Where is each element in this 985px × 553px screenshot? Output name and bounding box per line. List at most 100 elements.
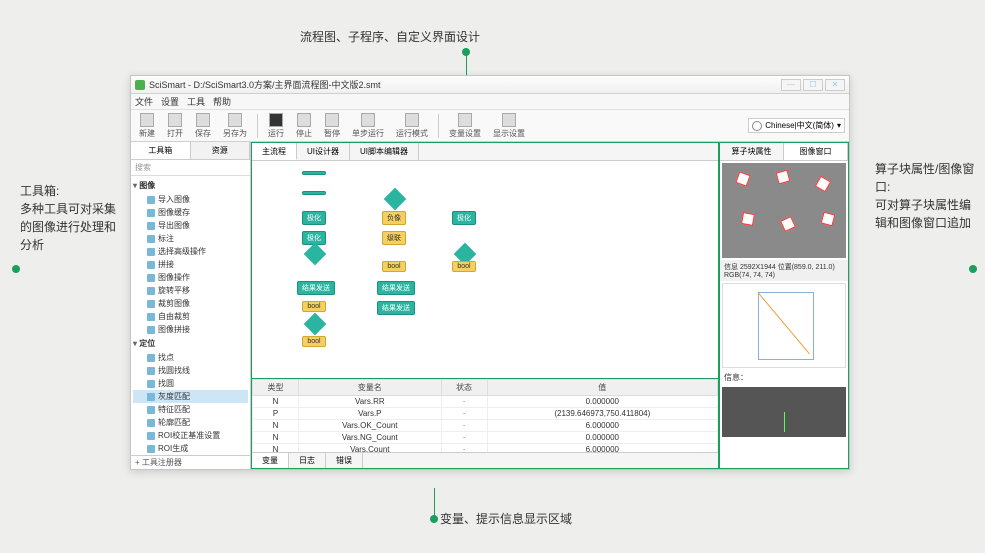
tree-item[interactable]: 图像缓存 <box>133 206 248 219</box>
tree-item-label: 轮廓匹配 <box>158 417 190 428</box>
tree-item[interactable]: ROI校正基准设置 <box>133 429 248 442</box>
tree-item[interactable]: 找点 <box>133 351 248 364</box>
flow-diamond[interactable] <box>304 313 327 336</box>
flow-node[interactable]: bool <box>382 261 406 272</box>
flow-node[interactable] <box>302 191 326 195</box>
flow-node[interactable]: bool <box>302 301 326 312</box>
tree-item[interactable]: 找圆 <box>133 377 248 390</box>
center-tabs: 主流程 UI设计器 UI脚本编辑器 <box>252 143 718 161</box>
image-view-2[interactable] <box>722 283 846 368</box>
tree-item[interactable]: ROI生成 <box>133 442 248 455</box>
tool-stop[interactable]: 停止 <box>292 113 316 139</box>
tool-saveas[interactable]: 另存为 <box>219 113 251 139</box>
tool-save[interactable]: 保存 <box>191 113 215 139</box>
menu-help[interactable]: 帮助 <box>213 95 231 108</box>
tab-toolbox[interactable]: 工具箱 <box>131 142 191 159</box>
tree-item[interactable]: 找圆找线 <box>133 364 248 377</box>
tree-item[interactable]: 旋转平移 <box>133 284 248 297</box>
menu-file[interactable]: 文件 <box>135 95 153 108</box>
tree-item[interactable]: 导出图像 <box>133 219 248 232</box>
flow-diamond[interactable] <box>304 243 327 266</box>
tree-item[interactable]: 裁剪图像 <box>133 297 248 310</box>
tree-item[interactable]: 导入图像 <box>133 193 248 206</box>
tab-variables[interactable]: 变量 <box>252 453 289 468</box>
col-name[interactable]: 变量名 <box>299 380 441 396</box>
flow-node[interactable]: bool <box>452 261 476 272</box>
minimize-button[interactable]: — <box>781 79 801 91</box>
detected-chip <box>821 212 836 227</box>
close-button[interactable]: ✕ <box>825 79 845 91</box>
table-row[interactable]: PVars.P·(2139.646973,750.411804) <box>253 408 718 420</box>
ann-right-title: 算子块属性/图像窗口: <box>875 162 974 194</box>
flow-node[interactable]: 级联 <box>382 231 406 245</box>
menu-tools[interactable]: 工具 <box>187 95 205 108</box>
cell-status: · <box>441 420 487 432</box>
tree-item[interactable]: 自由裁剪 <box>133 310 248 323</box>
tree-item[interactable]: 图像操作 <box>133 271 248 284</box>
chevron-down-icon: ▾ <box>837 121 841 130</box>
table-row[interactable]: NVars.Count·6.000000 <box>253 444 718 453</box>
flow-node[interactable]: 负像 <box>382 211 406 225</box>
tool-new[interactable]: 新建 <box>135 113 159 139</box>
tree-item[interactable]: 选择高级操作 <box>133 245 248 258</box>
tree-category[interactable]: 定位 <box>133 336 248 351</box>
flow-node[interactable]: bool <box>302 336 326 347</box>
tab-uiscript[interactable]: UI脚本编辑器 <box>350 143 419 160</box>
tab-log[interactable]: 日志 <box>289 453 326 468</box>
tree-category[interactable]: 图像 <box>133 178 248 193</box>
tree-item-label: 找点 <box>158 352 174 363</box>
tool-pause[interactable]: 暂停 <box>320 113 344 139</box>
tool-open[interactable]: 打开 <box>163 113 187 139</box>
tab-block-props[interactable]: 算子块属性 <box>720 143 784 160</box>
tab-uidesigner[interactable]: UI设计器 <box>297 143 350 160</box>
image-view-3[interactable] <box>722 387 846 437</box>
new-icon <box>140 113 154 127</box>
tab-image-window[interactable]: 图像窗口 <box>784 143 848 160</box>
tool-icon <box>147 274 155 282</box>
cell-value: 0.000000 <box>487 396 717 408</box>
flow-node[interactable]: 结果发送 <box>297 281 335 295</box>
tool-icon <box>147 367 155 375</box>
flow-diamond[interactable] <box>384 188 407 211</box>
col-status[interactable]: 状态 <box>441 380 487 396</box>
tab-resources[interactable]: 资源 <box>191 142 251 159</box>
menu-settings[interactable]: 设置 <box>161 95 179 108</box>
tab-mainflow[interactable]: 主流程 <box>252 143 297 160</box>
tab-errors[interactable]: 错误 <box>326 453 363 468</box>
flow-node[interactable]: 结果发送 <box>377 301 415 315</box>
tree-item[interactable]: 灰度匹配 <box>133 390 248 403</box>
flow-node[interactable]: 结果发送 <box>377 281 415 295</box>
display-icon <box>502 113 516 127</box>
tool-icon <box>147 235 155 243</box>
open-icon <box>168 113 182 127</box>
flowchart-canvas[interactable]: 极化 负像 极化 级联 极化 bool bool 结果发送 结果发送 结果发送 … <box>252 161 718 378</box>
step-icon <box>361 113 375 127</box>
tool-vars[interactable]: 变量设置 <box>445 113 485 139</box>
tree-item[interactable]: 标注 <box>133 232 248 245</box>
tree-item[interactable]: 轮廓匹配 <box>133 416 248 429</box>
toolbar-sep-2 <box>438 114 439 138</box>
tree-item[interactable]: 拼接 <box>133 258 248 271</box>
table-row[interactable]: NVars.NG_Count·0.000000 <box>253 432 718 444</box>
flow-node[interactable]: 极化 <box>452 211 476 225</box>
col-type[interactable]: 类型 <box>253 380 299 396</box>
tool-runmode[interactable]: 运行模式 <box>392 113 432 139</box>
tree-item[interactable]: 特征匹配 <box>133 403 248 416</box>
tool-run[interactable]: 运行 <box>264 113 288 139</box>
table-row[interactable]: NVars.OK_Count·6.000000 <box>253 420 718 432</box>
maximize-button[interactable]: ☐ <box>803 79 823 91</box>
col-value[interactable]: 值 <box>487 380 717 396</box>
menubar: 文件 设置 工具 帮助 <box>131 94 849 110</box>
tool-step[interactable]: 单步运行 <box>348 113 388 139</box>
table-row[interactable]: NVars.RR·0.000000 <box>253 396 718 408</box>
language-selector[interactable]: Chinese|中文(简体) ▾ <box>748 118 845 133</box>
tool-register[interactable]: + 工具注册器 <box>131 455 250 469</box>
flow-node[interactable] <box>302 171 326 175</box>
detected-chip <box>735 171 750 186</box>
toolbox-search[interactable]: 搜索 <box>131 160 250 176</box>
flow-node[interactable]: 极化 <box>302 211 326 225</box>
tool-display[interactable]: 显示设置 <box>489 113 529 139</box>
detected-chip <box>815 176 831 192</box>
tree-item[interactable]: 图像拼接 <box>133 323 248 336</box>
image-view-1[interactable] <box>722 163 846 258</box>
